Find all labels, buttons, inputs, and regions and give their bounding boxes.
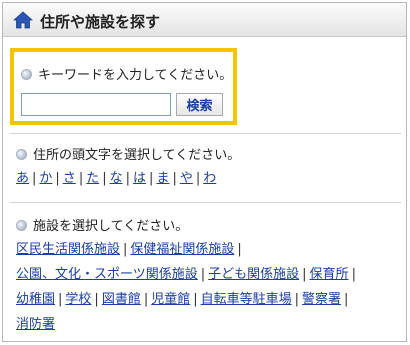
facility-section: 施設を選択してください。 区民生活関係施設 | 保健福祉関係施設 | 公園、文化・スポ…: [16, 215, 401, 337]
facility-link[interactable]: 保健福祉関係施設: [130, 242, 234, 257]
initial-link-a[interactable]: あ: [16, 171, 29, 186]
divider: [10, 202, 401, 203]
address-section: 住所の頭文字を選択してください。 あ | か | さ | た | な | は | ま | や | わ: [16, 144, 401, 191]
facility-link[interactable]: 自転車等駐車場: [201, 292, 292, 307]
bullet-icon: [21, 69, 32, 80]
facility-link[interactable]: 消防署: [16, 317, 55, 332]
home-icon: [13, 11, 33, 29]
divider: [10, 133, 401, 134]
search-button[interactable]: 検索: [176, 93, 223, 116]
initial-link-ka[interactable]: か: [39, 171, 52, 186]
facility-prompt-text: 施設を選択してください。: [33, 219, 189, 234]
facility-links-row: 消防署: [16, 312, 401, 337]
panel-header: 住所や施設を探す: [3, 3, 406, 37]
facility-link[interactable]: 学校: [65, 292, 91, 307]
keyword-input[interactable]: [21, 93, 171, 116]
facility-link[interactable]: 公園、文化・スポーツ関係施設: [16, 267, 198, 282]
initial-link-sa[interactable]: さ: [63, 171, 76, 186]
search-panel: 住所や施設を探す キーワードを入力してください。 検索 住所の頭文字を選択してく…: [2, 2, 407, 342]
facility-link[interactable]: 警察署: [302, 292, 341, 307]
initial-link-wa[interactable]: わ: [203, 171, 216, 186]
facility-link[interactable]: 区民生活関係施設: [16, 242, 120, 257]
facility-link[interactable]: 図書館: [102, 292, 141, 307]
facility-links-row: 幼稚園 | 学校 | 図書館 | 児童館 | 自転車等駐車場 | 警察署 |: [16, 292, 349, 307]
facility-prompt: 施設を選択してください。: [16, 215, 401, 234]
address-prompt-text: 住所の頭文字を選択してください。: [33, 148, 241, 163]
keyword-search-box: キーワードを入力してください。 検索: [10, 48, 237, 125]
keyword-prompt-text: キーワードを入力してください。: [38, 68, 233, 83]
bullet-icon: [16, 149, 27, 160]
initial-link-ta[interactable]: た: [86, 171, 99, 186]
keyword-prompt: キーワードを入力してください。: [21, 64, 232, 83]
initial-link-ha[interactable]: は: [133, 171, 146, 186]
bullet-icon: [16, 220, 27, 231]
address-initials: あ | か | さ | た | な | は | ま | や | わ: [16, 171, 217, 186]
facility-link[interactable]: 子ども関係施設: [208, 267, 299, 282]
facility-link[interactable]: 保育所: [310, 267, 349, 282]
initial-link-ma[interactable]: ま: [156, 171, 169, 186]
facility-link[interactable]: 幼稚園: [16, 292, 55, 307]
facility-link[interactable]: 児童館: [151, 292, 190, 307]
initial-link-na[interactable]: な: [110, 171, 123, 186]
initial-link-ya[interactable]: や: [180, 171, 193, 186]
facility-links-row: 公園、文化・スポーツ関係施設 | 子ども関係施設 | 保育所 |: [16, 267, 356, 282]
page-title: 住所や施設を探す: [40, 13, 161, 31]
address-prompt: 住所の頭文字を選択してください。: [16, 144, 401, 163]
facility-links-row: 区民生活関係施設 | 保健福祉関係施設 |: [16, 242, 242, 257]
